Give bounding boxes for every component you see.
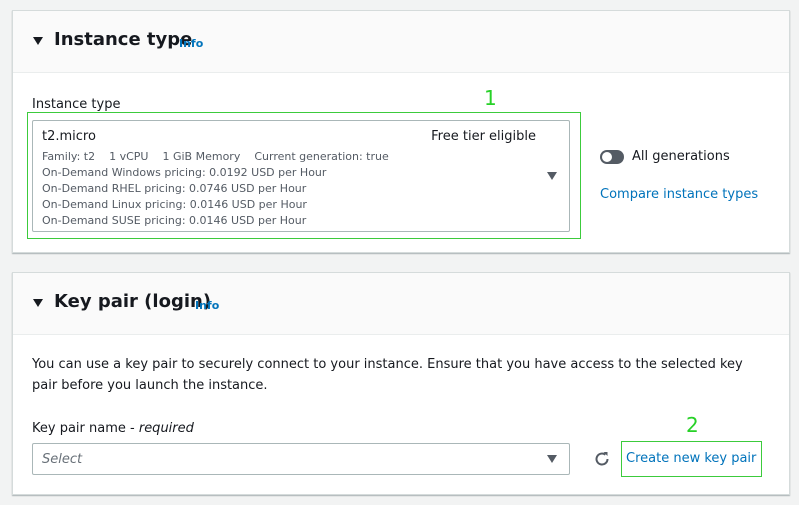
chevron-down-icon <box>547 172 557 180</box>
instance-type-header[interactable]: Instance type Info <box>13 11 789 73</box>
key-pair-description: You can use a key pair to securely conne… <box>32 357 743 393</box>
key-pair-title: Key pair (login) <box>54 291 212 312</box>
instance-type-select[interactable]: t2.micro Free tier eligible Family: t2 1 … <box>32 120 570 232</box>
required-label: required <box>138 421 194 436</box>
instance-type-name: t2.micro <box>42 129 96 144</box>
pricing-suse: On-Demand SUSE pricing: 0.0146 USD per H… <box>42 214 307 227</box>
all-generations-label: All generations <box>632 149 730 164</box>
key-pair-select-placeholder: Select <box>42 452 83 467</box>
collapse-caret-icon[interactable] <box>33 299 43 307</box>
vcpu-text: 1 vCPU <box>109 150 149 163</box>
key-pair-select[interactable]: Select <box>32 443 570 475</box>
instance-type-info-link[interactable]: Info <box>179 37 203 50</box>
memory-text: 1 GiB Memory <box>162 150 241 163</box>
key-pair-field-label: Key pair name - required <box>32 421 194 436</box>
pricing-rhel: On-Demand RHEL pricing: 0.0746 USD per H… <box>42 182 307 195</box>
refresh-icon[interactable] <box>592 449 612 469</box>
toggle-knob <box>602 152 612 162</box>
instance-type-details: Family: t2 1 vCPU 1 GiB Memory Current gene… <box>42 149 403 229</box>
create-new-key-pair-link[interactable]: Create new key pair <box>626 451 756 466</box>
key-pair-info-link[interactable]: Info <box>195 299 219 312</box>
instance-type-field-label: Instance type <box>32 97 121 112</box>
free-tier-badge: Free tier eligible <box>431 129 536 144</box>
family-text: Family: t2 <box>42 150 96 163</box>
collapse-caret-icon[interactable] <box>33 37 43 45</box>
generation-text: Current generation: true <box>254 150 389 163</box>
instance-specs-row: Family: t2 1 vCPU 1 GiB Memory Current gene… <box>42 149 403 165</box>
key-pair-label-main: Key pair name - <box>32 421 139 436</box>
annotation-number-2: 2 <box>686 413 699 437</box>
annotation-number-1: 1 <box>484 86 497 110</box>
all-generations-toggle[interactable] <box>600 150 624 164</box>
pricing-linux: On-Demand Linux pricing: 0.0146 USD per … <box>42 198 307 211</box>
instance-type-title: Instance type <box>54 29 193 50</box>
key-pair-header[interactable]: Key pair (login) Info <box>13 273 789 335</box>
pricing-windows: On-Demand Windows pricing: 0.0192 USD pe… <box>42 166 327 179</box>
compare-instance-types-link[interactable]: Compare instance types <box>600 187 758 202</box>
chevron-down-icon <box>547 455 557 463</box>
